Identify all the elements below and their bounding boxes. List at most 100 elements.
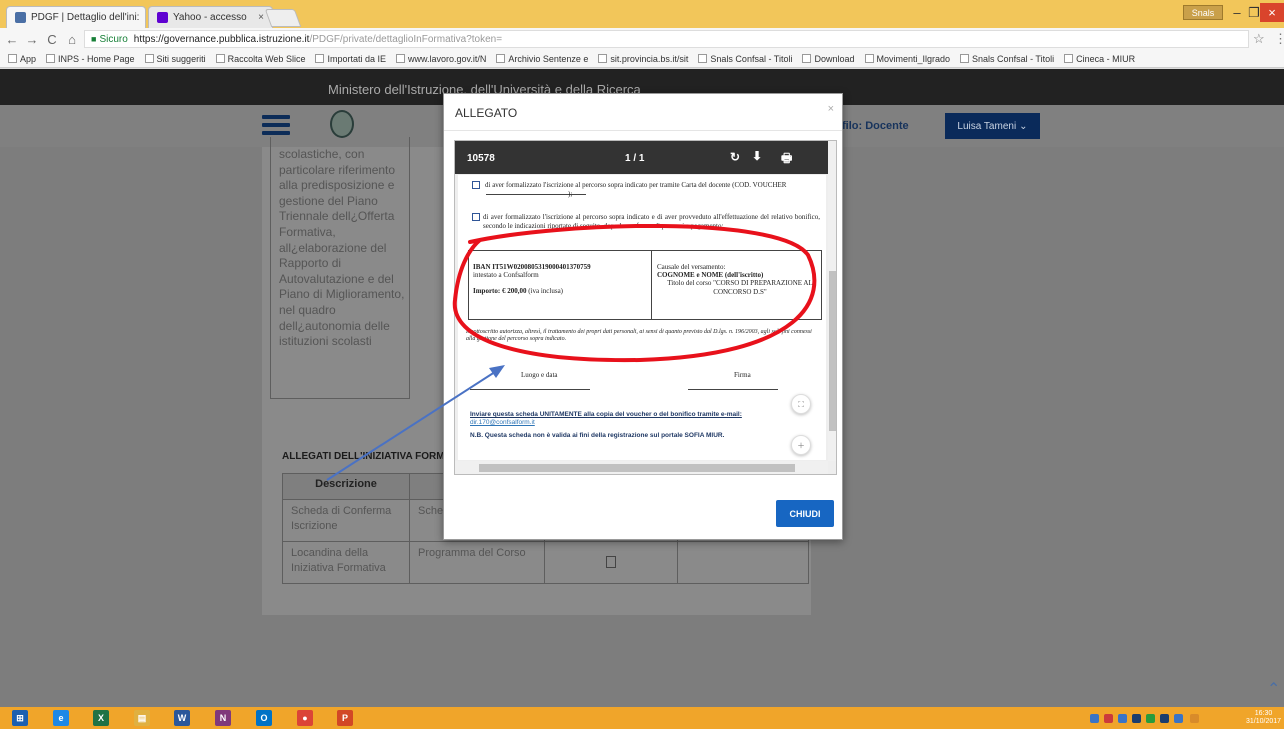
tray-icon[interactable]: [1132, 714, 1141, 723]
bookmark-item[interactable]: Raccolta Web Slice: [215, 54, 305, 64]
excel-icon[interactable]: X: [93, 710, 109, 726]
word-icon[interactable]: W: [174, 710, 190, 726]
onenote-icon[interactable]: N: [215, 710, 231, 726]
browser-profile-chip[interactable]: Snals: [1183, 5, 1223, 20]
start-icon[interactable]: ⊞: [12, 710, 28, 726]
bookmark-item[interactable]: Archivio Sentenze e: [496, 54, 588, 64]
scrollbar-thumb[interactable]: [479, 464, 795, 472]
vertical-scrollbar[interactable]: [828, 141, 836, 461]
bookmark-item[interactable]: www.lavoro.gov.it/N: [395, 54, 486, 64]
bookmark-item[interactable]: Movimenti_Ilgrado: [864, 54, 950, 64]
bookmark-item[interactable]: Snals Confsal - Titoli: [698, 54, 792, 64]
bookmark-item[interactable]: INPS - Home Page: [46, 54, 135, 64]
table-cell: Scheda di Conferma Iscrizione: [282, 499, 410, 542]
print-icon[interactable]: 🖶: [781, 149, 792, 170]
initiative-description: scolastiche, con particolare riferimento…: [279, 147, 405, 349]
download-icon: [802, 54, 812, 63]
iban-holder: intestato a Confsalform: [473, 271, 539, 279]
network-icon[interactable]: [1160, 714, 1169, 723]
url-host: https://governance.pubblica.istruzione.i…: [133, 33, 310, 45]
nb-note: N.B. Questa scheda non è valida ai fini …: [470, 432, 725, 439]
new-tab-button[interactable]: [264, 9, 302, 27]
close-icon[interactable]: ×: [828, 103, 834, 115]
fit-page-icon[interactable]: ⛶: [791, 394, 811, 414]
bookmark-icon: [144, 54, 154, 63]
bookmarks-bar: App INPS - Home Page Siti suggeriti Racc…: [0, 50, 1284, 68]
send-email-link[interactable]: dir.170@confsalform.it: [470, 418, 535, 427]
tab-close-icon[interactable]: ×: [144, 12, 145, 23]
tab-label: PDGF | Dettaglio dell'ini:: [31, 12, 140, 23]
hamburger-menu-icon[interactable]: [262, 115, 290, 135]
folder-icon: [315, 54, 325, 63]
window-close-button[interactable]: ×: [1260, 3, 1284, 22]
page-icon: [960, 54, 970, 63]
bookmark-item[interactable]: Cineca - MIUR: [1064, 54, 1135, 64]
modal-title: ALLEGATO: [455, 106, 518, 120]
yahoo-favicon-icon: [157, 12, 168, 23]
user-menu-button[interactable]: Luisa Tameni ⌄: [945, 113, 1040, 139]
bookmark-item[interactable]: Snals Confsal - Titoli: [960, 54, 1054, 64]
attachment-modal: ALLEGATO × 10578 1 / 1 ↻ ⬇ 🖶 di aver for…: [443, 93, 843, 540]
table-divider: [651, 251, 652, 319]
bookmark-icon: [496, 54, 506, 63]
table-cell: [677, 541, 809, 584]
table-cell: Locandina della Iniziativa Formativa: [282, 541, 410, 584]
file-explorer-icon[interactable]: ▤: [134, 710, 150, 726]
scrollbar-thumb[interactable]: [829, 271, 836, 431]
taskbar-clock[interactable]: 16:30 31/10/2017: [1246, 710, 1281, 726]
tray-icon[interactable]: [1104, 714, 1113, 723]
forward-icon[interactable]: →: [24, 32, 40, 47]
bookmark-item[interactable]: Importati da IE: [315, 54, 386, 64]
table-cell: [544, 541, 678, 584]
tray-icon[interactable]: [1090, 714, 1099, 723]
tab-pdgf[interactable]: PDGF | Dettaglio dell'ini: ×: [6, 6, 146, 28]
bookmark-item[interactable]: App: [8, 54, 36, 64]
privacy-notice: Il sottoscritto autorizza, altresì, il t…: [466, 329, 812, 342]
address-bar: ← → C ⌂ ■ Sicuro https://governance.pubb…: [0, 28, 1284, 50]
amount-value: Importo: € 200,00 (iva inclusa): [473, 287, 564, 295]
tab-yahoo[interactable]: Yahoo - accesso ×: [148, 6, 273, 28]
rotate-icon[interactable]: ↻: [730, 150, 740, 164]
outlook-icon[interactable]: O: [256, 710, 272, 726]
secure-label: Sicuro: [99, 33, 128, 45]
back-icon[interactable]: ←: [4, 32, 20, 47]
user-name: Luisa Tameni: [957, 120, 1017, 132]
voucher-line-end: );: [568, 190, 573, 198]
url-input[interactable]: ■ Sicuro https://governance.pubblica.ist…: [84, 30, 1249, 48]
tab-close-icon[interactable]: ×: [258, 12, 264, 23]
reload-icon[interactable]: C: [44, 32, 60, 47]
clock-date: 31/10/2017: [1246, 718, 1282, 725]
chrome-icon[interactable]: ●: [297, 710, 313, 726]
table-row: Locandina della Iniziativa Formativa Pro…: [282, 541, 809, 584]
bookmark-star-icon[interactable]: ☆: [1253, 31, 1265, 47]
table-cell: Programma del Corso: [409, 541, 545, 584]
page-icon: [698, 54, 708, 63]
close-button[interactable]: CHIUDI: [776, 500, 834, 527]
bonifico-checkbox: [472, 213, 480, 221]
republic-emblem-icon: [330, 110, 354, 138]
tray-icon[interactable]: [1146, 714, 1155, 723]
page-icon: [395, 54, 405, 63]
keyboard-icon[interactable]: [1190, 714, 1199, 723]
volume-icon[interactable]: [1174, 714, 1183, 723]
tray-icon[interactable]: [1118, 714, 1127, 723]
tab-favicon-icon: [15, 12, 26, 23]
home-icon[interactable]: ⌂: [64, 32, 80, 47]
bookmark-item[interactable]: sit.provincia.bs.it/sit: [598, 54, 688, 64]
lock-icon: ■: [91, 34, 97, 44]
zoom-in-icon[interactable]: +: [791, 435, 811, 455]
signature-label: Firma: [734, 371, 751, 379]
scroll-top-icon[interactable]: ⌃: [1267, 679, 1280, 699]
apps-icon: [8, 54, 17, 63]
bookmark-item[interactable]: Download: [802, 54, 855, 64]
browser-menu-icon[interactable]: ⋮: [1274, 31, 1284, 47]
internet-explorer-icon[interactable]: e: [53, 710, 69, 726]
powerpoint-icon[interactable]: P: [337, 710, 353, 726]
file-icon[interactable]: [606, 556, 616, 568]
bookmark-item[interactable]: Siti suggeriti: [144, 54, 206, 64]
amount-note: (iva inclusa): [526, 287, 564, 295]
download-icon[interactable]: ⬇: [752, 149, 762, 163]
document-page: di aver formalizzato l'iscrizione al per…: [458, 175, 826, 474]
voucher-checkbox: [472, 181, 480, 189]
horizontal-scrollbar[interactable]: [455, 461, 828, 474]
